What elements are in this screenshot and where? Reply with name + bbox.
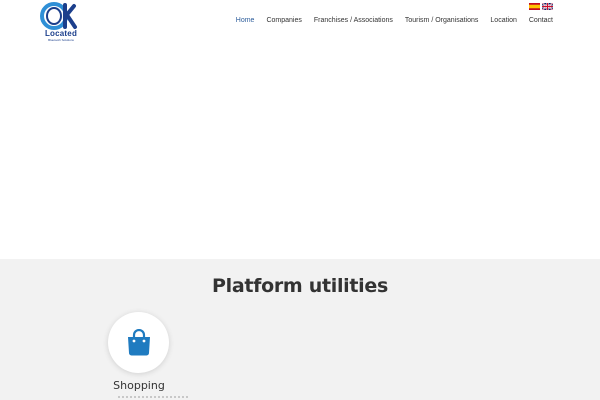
utility-card-shopping: Shopping (108, 312, 170, 392)
nav-item-home[interactable]: Home (236, 17, 255, 25)
logo-tagline: Bluetooth Solutions (48, 38, 74, 42)
shopping-icon-button[interactable] (108, 312, 169, 373)
language-switcher (529, 3, 553, 10)
logo-name: Located (44, 29, 78, 38)
nav-item-franchises-associations[interactable]: Franchises / Associations (314, 17, 393, 25)
nav-item-location[interactable]: Location (490, 17, 516, 25)
nav-item-contact[interactable]: Contact (529, 17, 553, 25)
nav-item-companies[interactable]: Companies (266, 17, 301, 25)
spanish-flag-icon[interactable] (529, 3, 540, 10)
ok-located-logo[interactable]: Located Bluetooth Solutions (40, 2, 80, 44)
nav-item-tourism-organisations[interactable]: Tourism / Organisations (405, 17, 479, 25)
platform-utilities-section: Platform utilities Shopping (0, 259, 600, 400)
main-nav: Home Companies Franchises / Associations… (236, 17, 553, 25)
english-flag-icon[interactable] (542, 3, 553, 10)
site-header: Located Bluetooth Solutions Home Compani… (0, 0, 600, 60)
shopping-bag-icon (127, 329, 150, 356)
section-title: Platform utilities (212, 275, 388, 297)
utility-label-shopping[interactable]: Shopping (98, 379, 180, 392)
cropped-description-text (0, 396, 600, 400)
ok-logo-icon (40, 2, 77, 30)
